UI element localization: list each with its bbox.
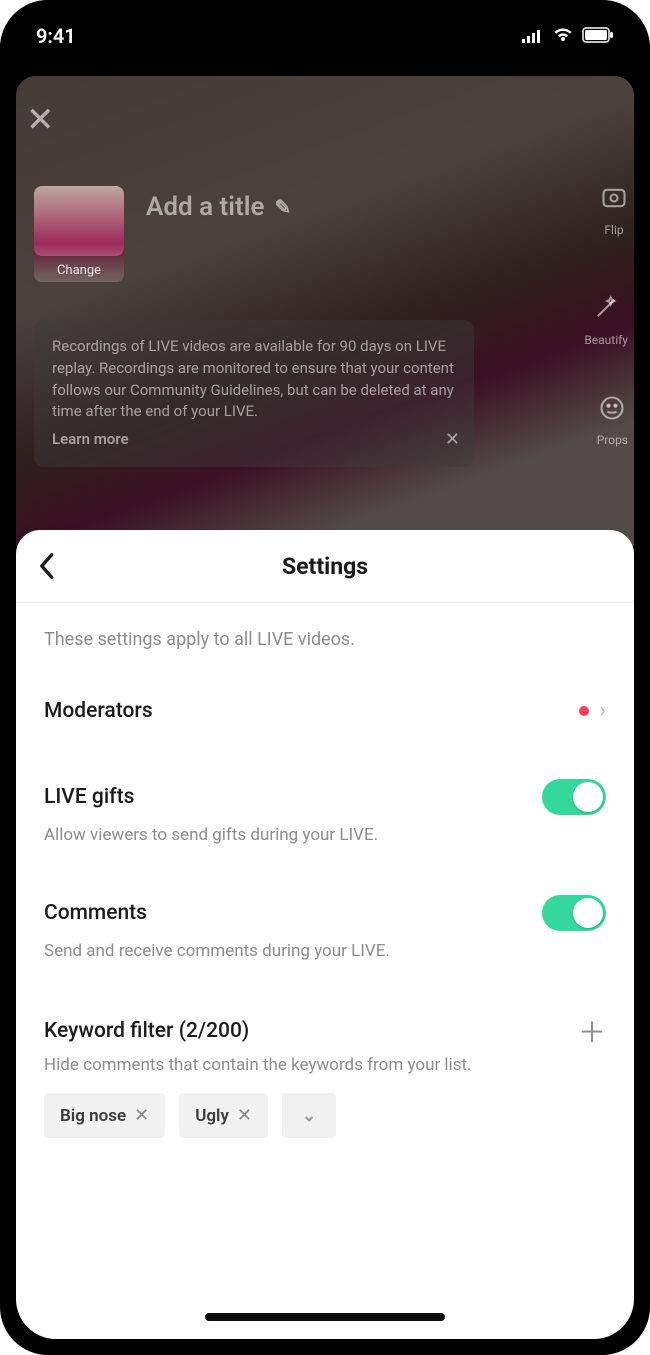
keyword-chip[interactable]: Ugly ✕ — [179, 1093, 268, 1138]
home-indicator[interactable] — [205, 1313, 445, 1321]
sheet-body: These settings apply to all LIVE videos.… — [16, 603, 634, 1339]
live-title-placeholder: Add a title — [146, 192, 265, 222]
learn-more-link[interactable]: Learn more — [52, 429, 456, 451]
sheet-title: Settings — [282, 553, 368, 580]
moderators-indicator: › — [579, 698, 606, 723]
flip-button[interactable]: Flip — [600, 184, 628, 237]
settings-sheet: Settings These settings apply to all LIV… — [16, 530, 634, 1339]
moderators-row[interactable]: Moderators › — [44, 698, 606, 723]
status-icons — [522, 24, 614, 48]
comments-label: Comments — [44, 901, 147, 925]
battery-icon — [582, 24, 614, 48]
comments-toggle[interactable] — [542, 895, 606, 931]
sheet-header: Settings — [16, 530, 634, 603]
chip-remove-icon[interactable]: ✕ — [134, 1105, 149, 1126]
live-gifts-desc: Allow viewers to send gifts during your … — [44, 825, 606, 845]
recording-notice: Recordings of LIVE videos are available … — [34, 320, 474, 467]
status-time: 9:41 — [36, 24, 76, 48]
cover-thumbnail[interactable]: Change — [34, 186, 124, 282]
close-icon[interactable]: ✕ — [26, 100, 55, 140]
settings-description: These settings apply to all LIVE videos. — [44, 629, 606, 650]
comments-row: Comments — [44, 895, 606, 931]
props-label: Props — [597, 433, 628, 447]
moderators-label: Moderators — [44, 699, 153, 723]
keyword-filter-label: Keyword filter (2/200) — [44, 1019, 249, 1043]
keyword-filter-row: Keyword filter (2/200) ＋ — [44, 1011, 606, 1051]
live-title-input[interactable]: Add a title ✎ — [146, 192, 291, 222]
beautify-button[interactable]: Beautify — [584, 294, 628, 347]
props-button[interactable]: Props — [597, 394, 628, 447]
dim-overlay — [16, 76, 634, 546]
keyword-filter-desc: Hide comments that contain the keywords … — [44, 1055, 606, 1075]
live-gifts-toggle[interactable] — [542, 779, 606, 815]
comments-desc: Send and receive comments during your LI… — [44, 941, 606, 961]
live-gifts-row: LIVE gifts — [44, 779, 606, 815]
chevron-down-icon: ⌄ — [302, 1106, 316, 1126]
back-icon[interactable] — [36, 552, 56, 587]
chip-label: Big nose — [60, 1106, 126, 1126]
chevron-right-icon: › — [599, 698, 606, 723]
beautify-label: Beautify — [584, 333, 628, 347]
chip-label: Ugly — [195, 1106, 229, 1126]
keyword-chip[interactable]: Big nose ✕ — [44, 1093, 165, 1138]
chip-remove-icon[interactable]: ✕ — [237, 1105, 252, 1126]
alert-dot-icon — [579, 706, 589, 716]
notice-close-icon[interactable]: ✕ — [445, 427, 460, 453]
notice-text: Recordings of LIVE videos are available … — [52, 337, 454, 420]
wifi-icon — [552, 24, 574, 48]
flip-icon — [600, 184, 628, 219]
pencil-icon: ✎ — [275, 195, 292, 219]
status-bar: 9:41 — [0, 0, 650, 56]
props-icon — [598, 394, 626, 429]
live-preview-background: ✕ Change Add a title ✎ Flip Beautify Pro… — [16, 76, 634, 546]
keyword-chips: Big nose ✕ Ugly ✕ ⌄ — [44, 1093, 606, 1138]
phone-frame: 9:41 ✕ Change Add a title ✎ Fli — [0, 0, 650, 1355]
cellular-icon — [522, 24, 544, 48]
live-gifts-label: LIVE gifts — [44, 785, 134, 809]
expand-chips-button[interactable]: ⌄ — [282, 1093, 336, 1138]
wand-icon — [592, 294, 620, 329]
flip-label: Flip — [604, 223, 623, 237]
add-keyword-button[interactable]: ＋ — [578, 1011, 606, 1051]
change-cover-label: Change — [34, 263, 124, 278]
